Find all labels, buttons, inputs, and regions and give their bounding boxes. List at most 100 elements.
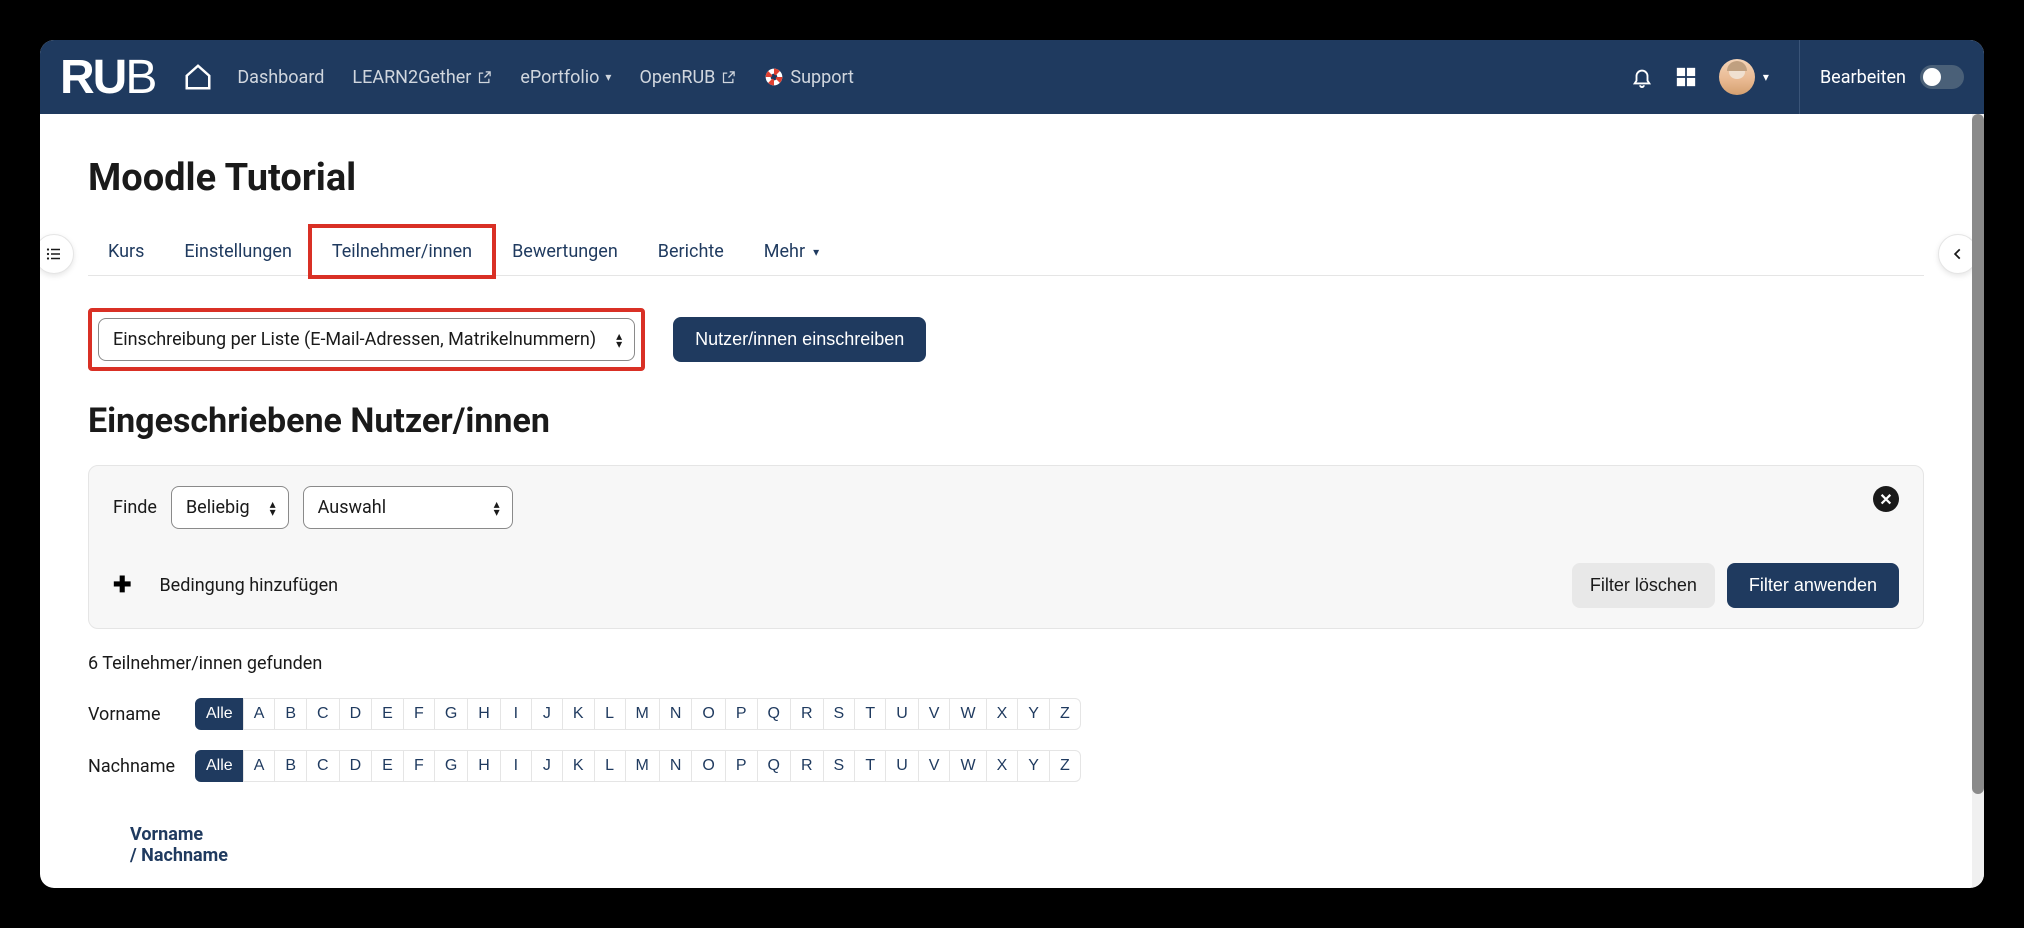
tab-bewertungen[interactable]: Bewertungen (492, 228, 638, 275)
firstname-letter-k[interactable]: K (562, 698, 595, 730)
lastname-letter-u[interactable]: U (885, 750, 919, 782)
result-count: 6 Teilnehmer/innen gefunden (88, 629, 1924, 692)
lastname-letter-e[interactable]: E (371, 750, 404, 782)
firstname-letter-g[interactable]: G (434, 698, 468, 730)
lastname-letter-t[interactable]: T (854, 750, 886, 782)
table-header: Vorname / Nachname (88, 796, 1924, 866)
nav-learn2gether-label: LEARN2Gether (352, 67, 471, 88)
scrollbar-thumb[interactable] (1972, 114, 1984, 794)
apps-icon[interactable] (1675, 66, 1697, 88)
plus-icon: ✚ (113, 573, 131, 598)
lastname-letter-o[interactable]: O (691, 750, 725, 782)
firstname-letter-j[interactable]: J (531, 698, 563, 730)
firstname-letter-alle[interactable]: Alle (195, 698, 244, 730)
filter-match-select[interactable]: Beliebig ▴▾ (171, 486, 289, 529)
edit-mode-toggle[interactable]: Bearbeiten (1799, 40, 1964, 114)
firstname-letter-z[interactable]: Z (1049, 698, 1081, 730)
clear-filters-button[interactable]: Filter löschen (1572, 563, 1715, 608)
firstname-letter-t[interactable]: T (854, 698, 886, 730)
lastname-letter-l[interactable]: L (594, 750, 626, 782)
section-title: Eingeschriebene Nutzer/innen (88, 371, 1924, 465)
drawer-toggle-right[interactable] (1938, 234, 1972, 274)
tab-teilnehmer[interactable]: Teilnehmer/innen (308, 224, 496, 279)
lastname-letter-k[interactable]: K (562, 750, 595, 782)
firstname-letter-r[interactable]: R (790, 698, 824, 730)
lastname-filter-row: Nachname AlleABCDEFGHIJKLMNOPQRSTUVWXYZ (88, 744, 1924, 796)
scrollbar[interactable] (1972, 114, 1984, 888)
firstname-letter-x[interactable]: X (986, 698, 1019, 730)
lastname-letter-g[interactable]: G (434, 750, 468, 782)
firstname-letter-q[interactable]: Q (757, 698, 791, 730)
lastname-letter-x[interactable]: X (986, 750, 1019, 782)
lastname-letter-n[interactable]: N (659, 750, 693, 782)
lastname-letter-b[interactable]: B (274, 750, 307, 782)
nav-learn2gether[interactable]: LEARN2Gether (352, 67, 492, 88)
add-condition-label: Bedingung hinzufügen (159, 575, 338, 596)
firstname-letter-b[interactable]: B (274, 698, 307, 730)
firstname-letter-y[interactable]: Y (1017, 698, 1050, 730)
lastname-letter-h[interactable]: H (467, 750, 501, 782)
tab-berichte[interactable]: Berichte (638, 228, 744, 275)
lastname-letter-v[interactable]: V (918, 750, 951, 782)
highlight-annotation: Einschreibung per Liste (E-Mail-Adressen… (88, 308, 645, 371)
nav-openrub[interactable]: OpenRUB (639, 67, 736, 88)
sort-lastname[interactable]: / Nachname (130, 845, 228, 866)
tab-einstellungen[interactable]: Einstellungen (164, 228, 311, 275)
filter-panel: Finde Beliebig ▴▾ Auswahl ▴▾ ✕ ✚ (88, 465, 1924, 629)
firstname-letter-i[interactable]: I (500, 698, 532, 730)
firstname-letter-n[interactable]: N (659, 698, 693, 730)
lastname-letter-j[interactable]: J (531, 750, 563, 782)
lastname-letter-w[interactable]: W (949, 750, 986, 782)
home-icon[interactable] (183, 62, 213, 92)
add-condition-button[interactable]: ✚ Bedingung hinzufügen (113, 573, 338, 598)
nav-dashboard[interactable]: Dashboard (237, 67, 324, 88)
firstname-letter-v[interactable]: V (918, 698, 951, 730)
nav-support-label: Support (790, 67, 854, 88)
lastname-letter-s[interactable]: S (823, 750, 856, 782)
apply-filters-button[interactable]: Filter anwenden (1727, 563, 1899, 608)
firstname-letter-m[interactable]: M (625, 698, 660, 730)
logo[interactable]: RUB (60, 50, 155, 105)
lastname-letter-a[interactable]: A (243, 750, 276, 782)
lastname-letter-r[interactable]: R (790, 750, 824, 782)
nav-support[interactable]: Support (764, 67, 854, 88)
firstname-letter-p[interactable]: P (725, 698, 758, 730)
firstname-letter-f[interactable]: F (403, 698, 435, 730)
notifications-icon[interactable] (1631, 66, 1653, 88)
lastname-letter-f[interactable]: F (403, 750, 435, 782)
lastname-letter-alle[interactable]: Alle (195, 750, 244, 782)
lastname-letter-c[interactable]: C (306, 750, 340, 782)
lastname-letter-d[interactable]: D (339, 750, 373, 782)
firstname-letter-d[interactable]: D (339, 698, 373, 730)
lastname-letter-q[interactable]: Q (757, 750, 791, 782)
firstname-letter-u[interactable]: U (885, 698, 919, 730)
lastname-letter-m[interactable]: M (625, 750, 660, 782)
lastname-letter-y[interactable]: Y (1017, 750, 1050, 782)
tab-mehr[interactable]: Mehr ▾ (744, 228, 839, 275)
firstname-letter-s[interactable]: S (823, 698, 856, 730)
firstname-letter-o[interactable]: O (691, 698, 725, 730)
nav-eportfolio[interactable]: ePortfolio ▾ (520, 67, 611, 88)
avatar (1719, 59, 1755, 95)
firstname-letter-l[interactable]: L (594, 698, 626, 730)
filter-type-select[interactable]: Auswahl ▴▾ (303, 486, 513, 529)
nav-openrub-label: OpenRUB (639, 67, 715, 88)
firstname-letter-w[interactable]: W (949, 698, 986, 730)
find-label: Finde (113, 497, 157, 518)
enrollment-method-select[interactable]: Einschreibung per Liste (E-Mail-Adressen… (98, 318, 635, 361)
firstname-letter-h[interactable]: H (467, 698, 501, 730)
filter-remove-button[interactable]: ✕ (1873, 486, 1899, 512)
lastname-letter-p[interactable]: P (725, 750, 758, 782)
enroll-users-button[interactable]: Nutzer/innen einschreiben (673, 317, 926, 362)
lastname-letter-z[interactable]: Z (1049, 750, 1081, 782)
chevron-down-icon: ▾ (1763, 70, 1769, 84)
toggle-switch (1920, 65, 1964, 89)
tab-kurs[interactable]: Kurs (88, 228, 164, 275)
sort-firstname[interactable]: Vorname (130, 824, 203, 845)
firstname-letter-e[interactable]: E (371, 698, 404, 730)
external-link-icon (477, 70, 492, 85)
lastname-letter-i[interactable]: I (500, 750, 532, 782)
user-menu[interactable]: ▾ (1719, 59, 1769, 95)
firstname-letter-c[interactable]: C (306, 698, 340, 730)
firstname-letter-a[interactable]: A (243, 698, 276, 730)
